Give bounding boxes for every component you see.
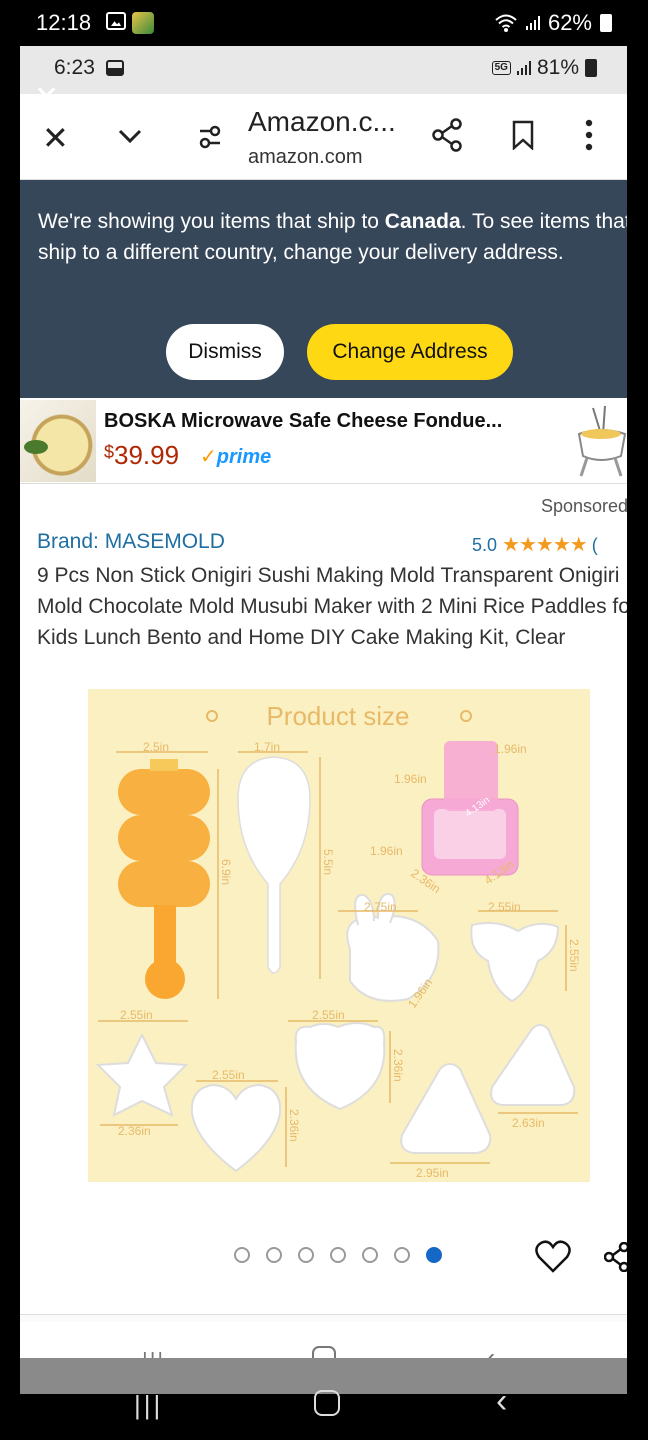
outer-clock: 12:18 [36,10,92,35]
chevron-down-icon[interactable] [118,124,142,148]
svg-text:2.36in: 2.36in [391,1049,405,1082]
svg-text:2.55in: 2.55in [567,939,581,972]
page-url: amazon.com [248,146,363,168]
inner-battery-text: 81% [536,56,579,79]
back-icon[interactable]: ‹ [496,1382,507,1421]
home-icon[interactable] [314,1390,340,1416]
ad-title[interactable]: BOSKA Microwave Safe Cheese Fondue... [104,410,502,433]
ad-product-thumbnail[interactable] [20,400,96,482]
product-size-diagram: Product size 2.5in 6.9in 1.7in 5.5in 1.9… [95,701,581,1180]
brand-link[interactable]: Brand: MASEMOLD [37,530,225,554]
network-5g-icon: 5G [491,61,511,75]
svg-text:1.96in: 1.96in [370,844,403,858]
carousel-dot[interactable] [298,1247,314,1263]
inner-signal-icon [516,61,531,75]
svg-text:1.96in: 1.96in [394,772,427,786]
svg-text:2.75in: 2.75in [364,900,397,914]
svg-text:2.95in: 2.95in [416,1166,449,1180]
svg-text:2.55in: 2.55in [212,1068,245,1082]
image-notification-icon [106,60,124,76]
svg-text:5.5in: 5.5in [321,849,335,875]
review-count: ( [591,535,598,555]
outer-navigation-bar: ||| ‹ [0,1382,648,1440]
ship-location-banner: We're showing you items that ship to Can… [20,180,627,398]
share-icon[interactable] [432,118,464,152]
browser-screenshot: 6:23 5G 81% ✕ Amazon.c... amazon.com We'… [20,46,627,1394]
carousel-dot[interactable] [426,1247,442,1263]
svg-text:2.5in: 2.5in [143,740,169,754]
svg-text:1.96in: 1.96in [494,742,527,756]
outer-status-bar: 12:18 62% [0,0,648,46]
product-size-heading: Product size [266,701,409,731]
inner-battery-icon [585,59,597,77]
sponsored-label: Sponsored [541,496,627,516]
carousel-dot[interactable] [234,1247,250,1263]
image-carousel-indicator[interactable] [234,1247,442,1263]
bookmark-icon[interactable] [512,120,534,150]
signal-icon [525,16,540,30]
inner-status-right: 5G 81% [491,56,597,80]
inner-status-bar: 6:23 5G 81% [20,46,627,94]
product-image[interactable]: Product size 2.5in 6.9in 1.7in 5.5in 1.9… [88,689,590,1182]
rating-value: 5.0 [472,535,498,555]
overlay-close-icon[interactable]: ✕ [34,80,59,115]
wifi-icon [495,14,517,32]
svg-text:2.55in: 2.55in [120,1008,153,1022]
ad-price: $39.99 [104,440,179,471]
svg-text:2.63in: 2.63in [512,1116,545,1130]
rating-summary[interactable]: 5.0 ★★★★★ ( [472,532,598,557]
product-title: 9 Pcs Non Stick Onigiri Sushi Making Mol… [37,564,627,649]
svg-text:2.55in: 2.55in [488,900,521,914]
page-title: Amazon.c... [248,106,396,137]
recent-apps-icon[interactable]: ||| [134,1390,163,1421]
svg-text:2.36in: 2.36in [287,1109,301,1142]
prime-badge: ✓prime [200,446,272,468]
section-divider [20,1314,627,1322]
star-rating-icon: ★★★★★ [502,534,588,556]
ship-message: We're showing you items that ship to Can… [38,206,627,268]
ship-country: Canada [384,210,461,233]
svg-text:6.9in: 6.9in [219,859,233,885]
close-tab-icon[interactable]: ✕ [42,122,69,154]
inner-clock: 6:23 [54,56,95,79]
svg-text:1.7in: 1.7in [254,740,280,754]
wishlist-heart-icon[interactable] [535,1240,571,1274]
outer-status-right: 62% [494,10,612,36]
outer-battery-text: 62% [547,10,592,35]
battery-icon [600,14,612,32]
custom-tab-toolbar: ✕ Amazon.c... amazon.com [20,94,627,180]
svg-text:2.55in: 2.55in [312,1008,345,1022]
carousel-dot[interactable] [362,1247,378,1263]
gallery-icon [106,12,126,30]
dismiss-button[interactable]: Dismiss [166,324,284,380]
carousel-dot[interactable] [266,1247,282,1263]
fondue-pot-image[interactable] [575,404,627,480]
game-app-icon [132,12,154,34]
prime-label: prime [216,446,272,468]
outer-notification-icons [106,12,154,34]
ad-price-value: 39.99 [114,440,180,470]
product-share-icon[interactable] [604,1242,627,1272]
carousel-dot[interactable] [330,1247,346,1263]
ad-price-symbol: $ [104,442,115,462]
change-address-button[interactable]: Change Address [307,324,513,380]
more-options-icon[interactable] [584,118,594,152]
inner-nav-overlay [20,1358,627,1394]
ship-message-start: We're showing you items that ship to [38,210,385,233]
site-settings-icon[interactable] [198,124,222,150]
svg-text:2.36in: 2.36in [118,1124,151,1138]
sponsored-ad-row[interactable]: BOSKA Microwave Safe Cheese Fondue... $3… [20,398,627,484]
carousel-dot[interactable] [394,1247,410,1263]
